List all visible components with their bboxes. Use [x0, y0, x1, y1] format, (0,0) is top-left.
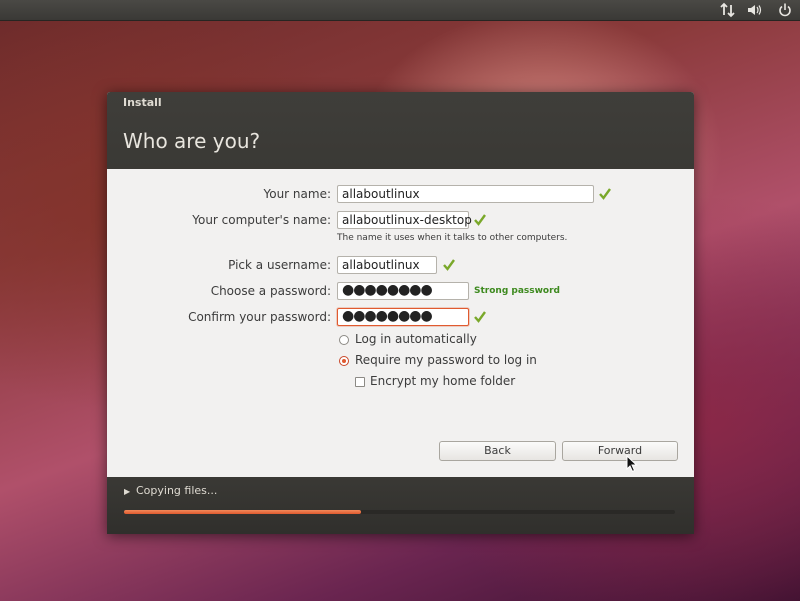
name-label: Your name: — [263, 187, 331, 201]
name-valid-check-icon — [599, 188, 611, 200]
log-in-automatically-radio[interactable] — [339, 335, 349, 345]
encrypt-home-folder-label[interactable]: Encrypt my home folder — [370, 374, 515, 388]
progress-bar-fill — [124, 510, 361, 514]
password-label: Choose a password: — [210, 284, 331, 298]
form-area: Your name: allaboutlinux Your computer's… — [107, 169, 694, 477]
mouse-pointer-icon — [626, 455, 638, 473]
password-strength-indicator: Strong password — [474, 286, 560, 296]
expander-arrow-icon[interactable]: ▶ — [124, 487, 130, 496]
volume-icon[interactable] — [746, 2, 764, 18]
computer-name-input[interactable]: allaboutlinux-desktop — [337, 211, 472, 229]
name-input[interactable]: allaboutlinux — [337, 185, 594, 203]
page-title: Who are you? — [123, 129, 261, 153]
computer-name-label: Your computer's name: — [192, 213, 331, 227]
computer-name-hint: The name it uses when it talks to other … — [337, 233, 568, 243]
confirm-password-input[interactable]: ●●●●●●●● — [337, 308, 469, 326]
progress-bar — [124, 510, 675, 514]
window-title: Install — [123, 96, 162, 109]
forward-button[interactable]: Forward — [562, 441, 678, 461]
require-password-radio[interactable] — [339, 356, 349, 366]
username-input[interactable]: allaboutlinux — [337, 256, 437, 274]
password-input[interactable]: ●●●●●●●● — [337, 282, 469, 300]
network-transfer-icon[interactable] — [719, 2, 737, 18]
installer-window: Install Who are you? Your name: allabout… — [107, 92, 694, 534]
confirm-password-valid-check-icon — [474, 311, 486, 323]
power-icon[interactable] — [776, 2, 794, 18]
require-password-label[interactable]: Require my password to log in — [355, 353, 537, 367]
computer-name-valid-check-icon — [474, 214, 486, 226]
top-panel — [0, 0, 800, 21]
progress-status-text: Copying files... — [136, 484, 218, 497]
username-valid-check-icon — [443, 259, 455, 271]
back-button[interactable]: Back — [439, 441, 556, 461]
progress-footer: ▶ Copying files... — [107, 477, 694, 534]
username-label: Pick a username: — [228, 258, 331, 272]
encrypt-home-folder-checkbox[interactable] — [355, 377, 365, 387]
confirm-password-label: Confirm your password: — [188, 310, 331, 324]
window-header: Install Who are you? — [107, 92, 694, 169]
log-in-automatically-label[interactable]: Log in automatically — [355, 332, 477, 346]
